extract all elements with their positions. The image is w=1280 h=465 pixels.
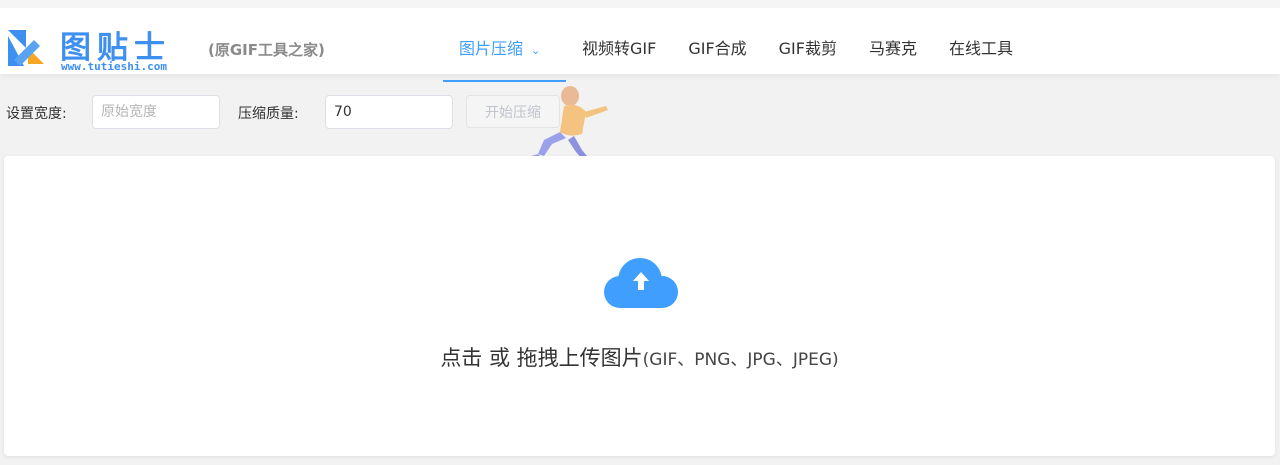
top-header: 图贴士 www.tutieshi.com (原GIF工具之家) 图片压缩 ⌄ 视频…	[0, 0, 1280, 82]
upload-formats: (GIF、PNG、JPG、JPEG)	[642, 350, 839, 370]
width-label: 设置宽度:	[6, 106, 67, 122]
width-input[interactable]	[92, 95, 220, 129]
logo-mark-icon	[8, 30, 44, 66]
nav-item-gif-crop[interactable]: GIF裁剪	[763, 16, 853, 82]
upload-text: 点击 或 拖拽上传图片	[440, 346, 643, 370]
nav-item-online-tools[interactable]: 在线工具	[933, 16, 1029, 82]
main-nav: 图片压缩 ⌄ 视频转GIF GIF合成 GIF裁剪 马赛克 在线工具	[443, 16, 1029, 82]
nav-item-gif-compose[interactable]: GIF合成	[672, 16, 762, 82]
cloud-upload-icon	[604, 258, 678, 308]
chevron-down-icon: ⌄	[531, 44, 541, 57]
nav-item-image-compress[interactable]: 图片压缩 ⌄	[443, 16, 566, 82]
quality-input[interactable]	[325, 95, 453, 129]
nav-item-video-to-gif[interactable]: 视频转GIF	[566, 16, 672, 82]
upload-instructions: 点击 或 拖拽上传图片(GIF、PNG、JPG、JPEG)	[4, 342, 1275, 372]
site-logo[interactable]: 图贴士 www.tutieshi.com	[4, 20, 189, 76]
nav-item-mosaic[interactable]: 马赛克	[853, 16, 933, 82]
nav-item-label: 图片压缩	[459, 39, 524, 58]
upload-dropzone[interactable]: 点击 或 拖拽上传图片(GIF、PNG、JPG、JPEG)	[4, 156, 1275, 456]
slogan: (原GIF工具之家)	[208, 41, 325, 59]
logo-url: www.tutieshi.com	[61, 60, 167, 73]
compress-settings: 设置宽度: 压缩质量: 开始压缩	[0, 95, 1280, 129]
quality-label: 压缩质量:	[238, 106, 299, 122]
